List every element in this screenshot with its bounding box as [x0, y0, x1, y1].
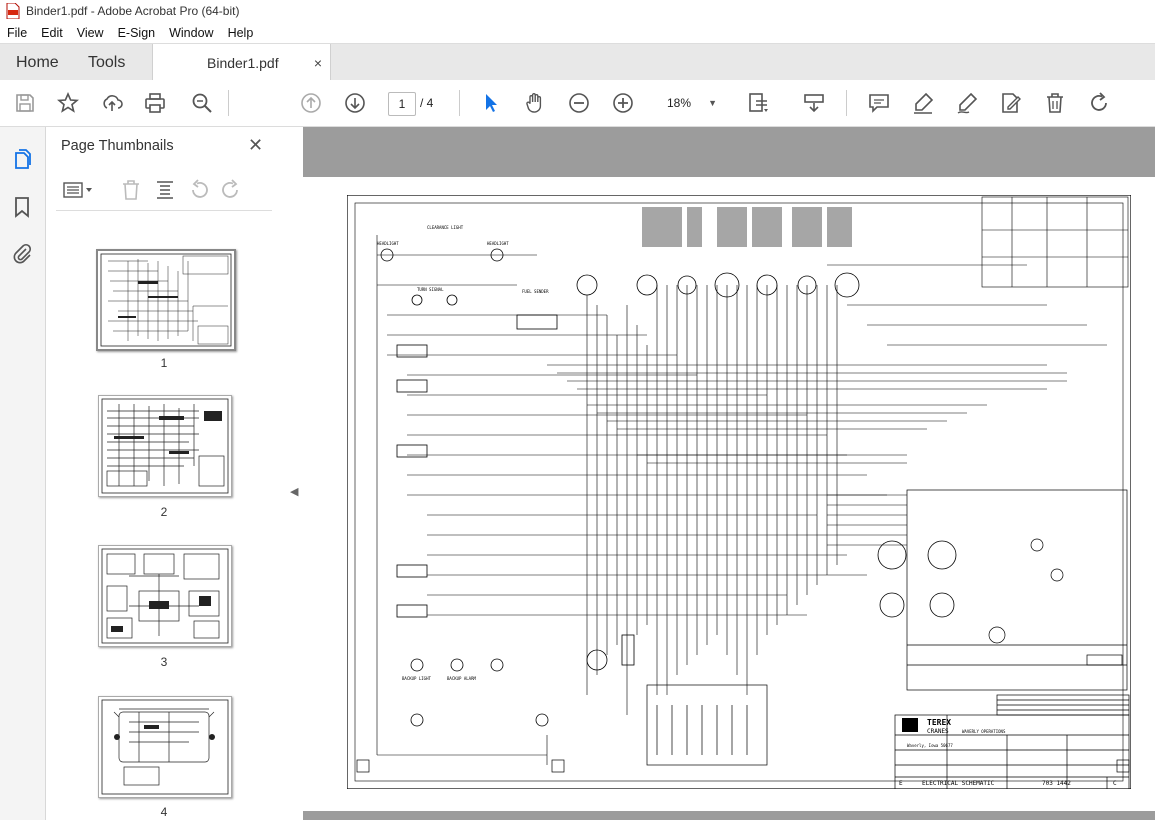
pdf-page: TEREX CRANES WAVERLY OPERATIONS Waverly,…: [303, 177, 1155, 811]
comment-icon[interactable]: [867, 91, 891, 115]
menu-edit[interactable]: Edit: [34, 26, 70, 40]
company-city: Waverly, Iowa 50677: [907, 743, 953, 748]
chevron-down-icon: ▼: [708, 98, 717, 108]
highlight-icon[interactable]: [911, 91, 935, 115]
label-headlight-left: HEADLIGHT: [377, 241, 399, 246]
sheet-title: ELECTRICAL SCHEMATIC: [922, 780, 995, 787]
extract-page-icon[interactable]: [154, 179, 176, 201]
zoom-in-icon[interactable]: [611, 91, 635, 115]
upload-icon[interactable]: [100, 91, 124, 115]
left-rail: [0, 127, 46, 820]
sign-icon[interactable]: [955, 91, 979, 115]
panel-toolbar: [60, 177, 260, 203]
label-turn-signal: TURN SIGNAL: [417, 287, 444, 292]
fit-page-icon[interactable]: [746, 91, 770, 115]
label-headlight-right: HEADLIGHT: [487, 241, 509, 246]
menu-esign[interactable]: E-Sign: [111, 26, 163, 40]
rotate-right-icon[interactable]: [220, 179, 242, 201]
company-division: CRANES: [927, 728, 949, 735]
tab-home[interactable]: Home: [16, 44, 59, 81]
zoom-dropdown[interactable]: 18% ▼: [659, 92, 721, 114]
drawing-revision: C: [1113, 780, 1117, 787]
electrical-schematic-drawing: TEREX CRANES WAVERLY OPERATIONS Waverly,…: [347, 195, 1131, 789]
tab-document-label: Binder1.pdf: [207, 55, 279, 71]
search-zoom-icon[interactable]: [190, 91, 214, 115]
tab-bar: Home Tools Binder1.pdf ×: [0, 43, 1155, 82]
page-up-icon[interactable]: [299, 91, 323, 115]
company-location: WAVERLY OPERATIONS: [962, 729, 1006, 734]
thumbnail-page-2[interactable]: [98, 395, 232, 497]
label-clearance-light: CLEARANCE LIGHT: [427, 225, 464, 230]
rotate-left-icon[interactable]: [188, 179, 210, 201]
thumbnails-panel: Page Thumbnails ✕ 1 2 3 4: [46, 127, 286, 820]
page-thumbnails-icon[interactable]: [10, 147, 34, 171]
menu-help[interactable]: Help: [221, 26, 261, 40]
page-number-input[interactable]: 1: [388, 92, 416, 116]
thumbnail-label-1: 1: [160, 356, 168, 370]
drawing-size: E: [899, 780, 903, 787]
attachment-icon[interactable]: [10, 241, 34, 265]
thumbnail-page-4[interactable]: [98, 696, 232, 798]
save-icon[interactable]: [13, 91, 37, 115]
menu-view[interactable]: View: [70, 26, 111, 40]
tab-tools[interactable]: Tools: [88, 44, 125, 81]
label-backup-alarm: BACKUP ALARM: [447, 676, 476, 681]
thumbnail-page-1[interactable]: [96, 249, 236, 351]
label-backup-light: BACKUP LIGHT: [402, 676, 431, 681]
menu-window[interactable]: Window: [162, 26, 220, 40]
zoom-out-icon[interactable]: [567, 91, 591, 115]
rotate-icon[interactable]: [1087, 91, 1111, 115]
scroll-mode-icon[interactable]: [802, 91, 826, 115]
thumbnail-label-4: 4: [160, 805, 168, 819]
zoom-value: 18%: [667, 96, 692, 110]
page-down-icon[interactable]: [343, 91, 367, 115]
drawing-number: 703 1442: [1042, 780, 1071, 787]
delete-page-icon[interactable]: [120, 179, 142, 201]
collapse-arrow-icon[interactable]: ◀: [290, 485, 298, 498]
panel-close-button[interactable]: ✕: [248, 135, 263, 156]
print-icon[interactable]: [143, 91, 167, 115]
thumbnail-page-3[interactable]: [98, 545, 232, 647]
thumbnail-label-3: 3: [160, 655, 168, 669]
toolbar: 1 / 4 18% ▼: [0, 80, 1155, 127]
edit-pdf-icon[interactable]: [999, 91, 1023, 115]
thumbnail-label-2: 2: [160, 505, 168, 519]
document-viewport[interactable]: TEREX CRANES WAVERLY OPERATIONS Waverly,…: [303, 127, 1155, 820]
panel-resize-handle[interactable]: ◀: [286, 127, 304, 820]
acrobat-pdf-icon: [6, 3, 20, 19]
page-total: / 4: [420, 96, 434, 110]
hand-icon[interactable]: [523, 91, 547, 115]
bookmark-star-icon[interactable]: [56, 91, 80, 115]
bookmark-icon[interactable]: [10, 195, 34, 219]
label-fuel-sender: FUEL SENDER: [522, 289, 549, 294]
panel-title: Page Thumbnails: [61, 138, 174, 154]
menu-bar: File Edit View E-Sign Window Help: [0, 22, 1155, 43]
options-menu-icon[interactable]: [60, 179, 96, 201]
window-title: Binder1.pdf - Adobe Acrobat Pro (64-bit): [26, 4, 240, 18]
tab-close-button[interactable]: ×: [314, 55, 322, 71]
delete-icon[interactable]: [1043, 91, 1067, 115]
company-name: TEREX: [927, 718, 951, 727]
tab-document[interactable]: Binder1.pdf ×: [152, 44, 331, 82]
select-arrow-icon[interactable]: [479, 91, 503, 115]
title-bar: Binder1.pdf - Adobe Acrobat Pro (64-bit): [0, 0, 1155, 22]
menu-file[interactable]: File: [0, 26, 34, 40]
